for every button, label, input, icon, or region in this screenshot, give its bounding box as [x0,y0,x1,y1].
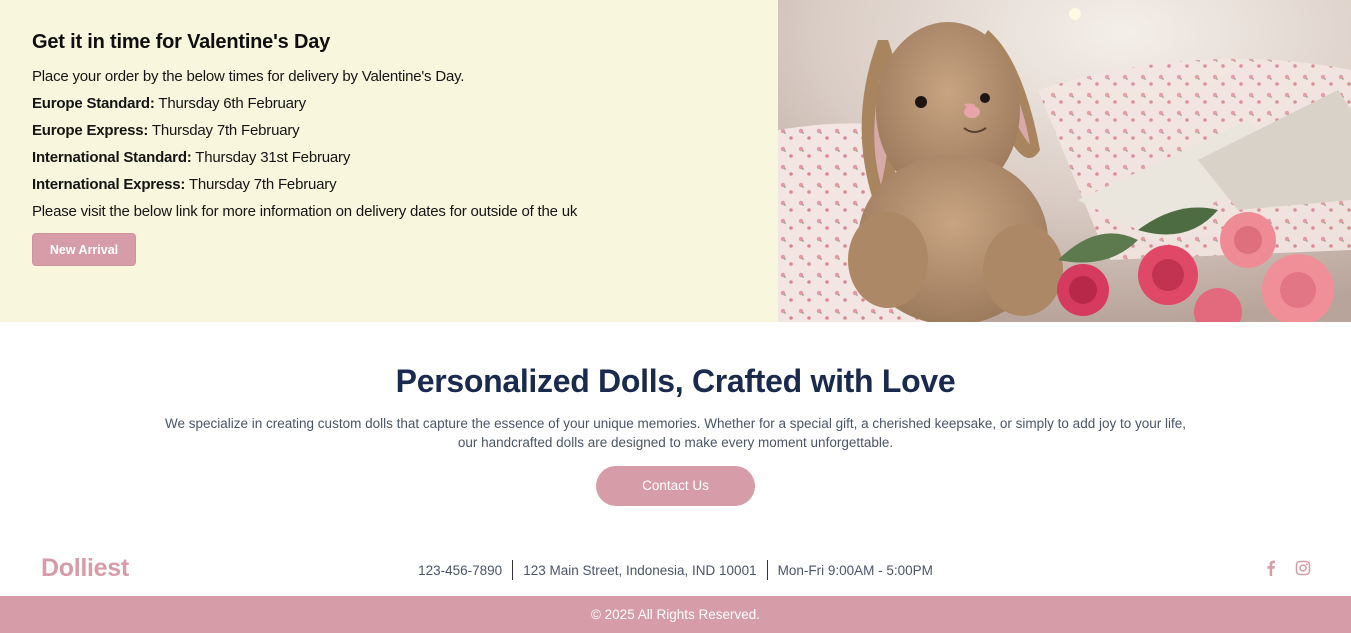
contact-info: 123-456-7890 123 Main Street, Indonesia, … [0,560,1351,580]
new-arrival-button[interactable]: New Arrival [32,233,136,266]
phone-number[interactable]: 123-456-7890 [408,563,512,578]
about-section: Personalized Dolls, Crafted with Love We… [0,322,1351,506]
copyright-text: © 2025 All Rights Reserved. [590,607,761,622]
about-text: We specialize in creating custom dolls t… [164,416,1186,450]
delivery-date: Thursday 7th February [188,176,337,193]
footer: Dolliest 123-456-7890 123 Main Street, In… [0,546,1351,594]
hero-section: Get it in time for Valentine's Day Place… [0,0,1351,322]
delivery-date: Thursday 7th February [151,122,300,139]
opening-hours: Mon-Fri 9:00AM - 5:00PM [777,562,933,578]
hero-intro: Place your order by the below times for … [32,68,465,85]
delivery-international-express: International Express: Thursday 7th Febr… [32,171,778,198]
delivery-label: International Standard: [32,149,192,166]
facebook-icon[interactable] [1263,560,1279,576]
delivery-europe-standard: Europe Standard: Thursday 6th February [32,90,778,117]
delivery-label: Europe Express: [32,122,149,139]
copyright-bar: © 2025 All Rights Reserved. [0,596,1351,633]
contact-us-button[interactable]: Contact Us [596,466,755,506]
about-title: Personalized Dolls, Crafted with Love [395,363,956,399]
social-links [1263,560,1311,576]
delivery-date: Thursday 31st February [195,149,351,166]
address: 123 Main Street, Indonesia, IND 10001 [523,562,757,578]
delivery-europe-express: Europe Express: Thursday 7th February [32,117,778,144]
hero-note: Please visit the below link for more inf… [32,203,578,220]
valentines-info: Get it in time for Valentine's Day Place… [0,0,778,322]
instagram-icon[interactable] [1295,560,1311,576]
delivery-label: International Express: [32,176,186,193]
hero-title: Get it in time for Valentine's Day [32,31,331,53]
delivery-date: Thursday 6th February [158,95,306,112]
delivery-label: Europe Standard: [32,95,155,112]
delivery-international-standard: International Standard: Thursday 31st Fe… [32,144,778,171]
bunny-with-roses-image [778,0,1351,322]
hero-photo [778,0,1351,322]
